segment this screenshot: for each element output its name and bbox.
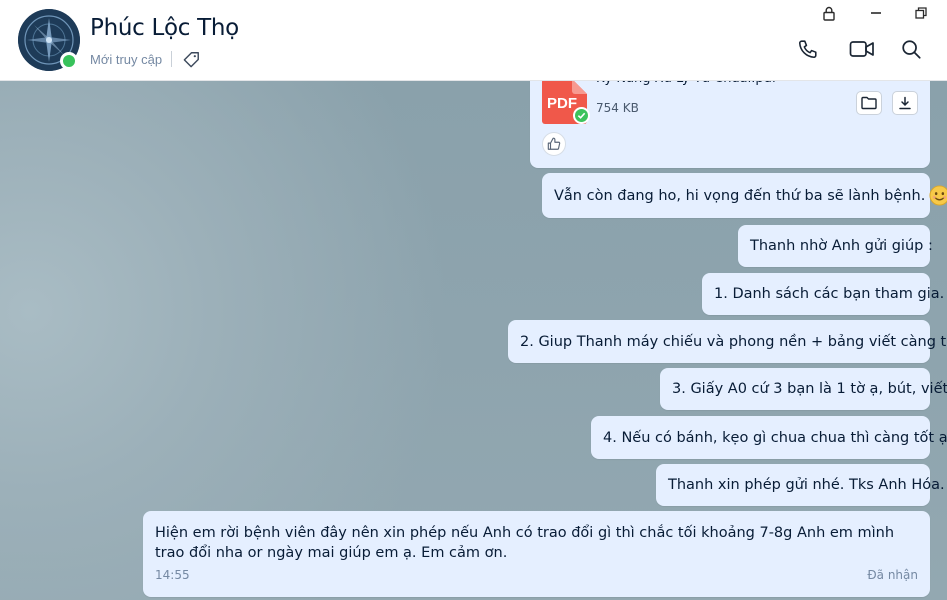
message-text: Thanh nhờ Anh gửi giúp : — [750, 238, 933, 254]
contact-subtitle-row: Mới truy cập — [90, 49, 201, 69]
file-message[interactable]: PDF Kỹ Năng Xử Lý Tư Chuai.pdf 754 KB — [530, 81, 930, 168]
online-status-dot — [60, 52, 78, 70]
message-text: 3. Giấy A0 cứ 3 bạn là 1 tờ ạ, bút, viết — [672, 381, 947, 397]
video-call-icon[interactable] — [848, 36, 876, 62]
folder-icon[interactable] — [856, 91, 882, 115]
check-circle-icon — [573, 107, 590, 124]
message-text: Hiện em rời bệnh viên đây nên xin phép n… — [155, 525, 895, 561]
message-text: 4. Nếu có bánh, kẹo gì chua chua thì càn… — [603, 429, 947, 446]
last-seen-status: Mới truy cập — [90, 51, 163, 67]
pdf-label: PDF — [547, 95, 577, 112]
lock-icon[interactable] — [819, 4, 839, 22]
message-bubble[interactable]: Thanh nhờ Anh gửi giúp : — [738, 225, 933, 267]
contact-name[interactable]: Phúc Lộc Thọ — [90, 15, 239, 41]
search-icon[interactable] — [898, 36, 924, 62]
file-name[interactable]: Kỹ Năng Xử Lý Tư Chuai.pdf — [596, 81, 776, 89]
message-text: 1. Danh sách các bạn tham gia. — [714, 286, 945, 302]
message-bubble[interactable]: 2. Giup Thanh máy chiếu và phong nền + b… — [508, 320, 947, 363]
message-text: Vẫn còn đang ho, hi vọng đến thứ ba sẽ l… — [554, 187, 926, 204]
message-bubble[interactable]: Thanh xin phép gửi nhé. Tks Anh Hóa. — [656, 464, 945, 506]
message-time: 14:55 — [155, 568, 190, 582]
message-bubble[interactable]: 4. Nếu có bánh, kẹo gì chua chua thì càn… — [591, 416, 947, 459]
message-text: Thanh xin phép gửi nhé. Tks Anh Hóa. — [668, 477, 945, 493]
message-bubble[interactable]: Vẫn còn đang ho, hi vọng đến thứ ba sẽ l… — [542, 173, 947, 218]
chat-message-area[interactable]: PDF Kỹ Năng Xử Lý Tư Chuai.pdf 754 KB Vẫ… — [0, 81, 947, 600]
tag-icon[interactable] — [181, 49, 201, 69]
restore-icon[interactable] — [911, 4, 931, 22]
minimize-icon[interactable] — [866, 4, 886, 22]
message-bubble[interactable]: 3. Giấy A0 cứ 3 bạn là 1 tờ ạ, bút, viết — [660, 368, 947, 410]
message-text: 2. Giup Thanh máy chiếu và phong nền + b… — [520, 333, 947, 350]
chat-header: Phúc Lộc Thọ Mới truy cập — [0, 0, 947, 81]
file-size: 754 KB — [596, 101, 639, 115]
subtitle-divider — [171, 51, 173, 67]
message-bubble[interactable]: Hiện em rời bệnh viên đây nên xin phép n… — [143, 511, 930, 597]
download-icon[interactable] — [892, 91, 918, 115]
message-status: Đã nhận — [867, 568, 918, 582]
message-bubble[interactable]: 1. Danh sách các bạn tham gia. — [702, 273, 944, 315]
thumbs-up-icon[interactable] — [542, 132, 566, 156]
phone-icon[interactable] — [795, 36, 821, 62]
smile-emoji — [929, 185, 947, 206]
